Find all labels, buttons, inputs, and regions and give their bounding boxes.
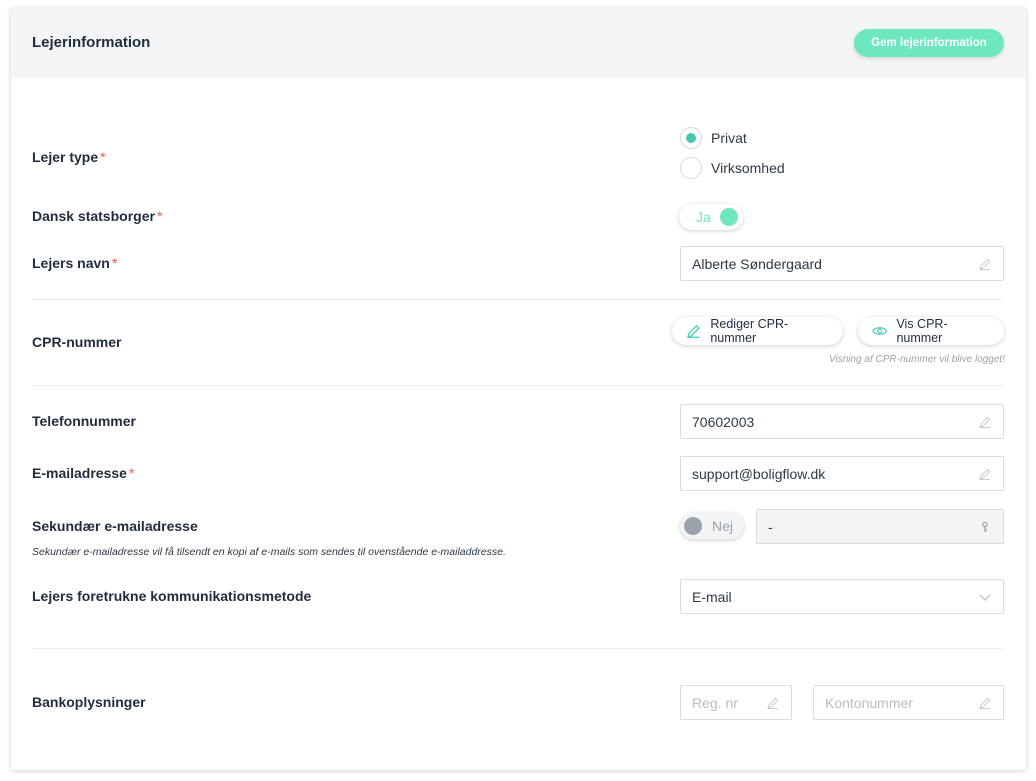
toggle-text: Nej <box>712 518 734 534</box>
reg-number-placeholder: Reg. nr <box>692 694 738 711</box>
tenant-type-label: Lejer type * <box>32 149 106 165</box>
divider <box>32 648 1004 649</box>
pencil-icon <box>687 324 700 338</box>
tenant-name-label: Lejers navn * <box>32 255 117 271</box>
tenant-type-label-text: Lejer type <box>32 149 99 165</box>
pencil-icon <box>979 697 991 709</box>
edit-cpr-button[interactable]: Rediger CPR-nummer <box>672 317 843 345</box>
cpr-logging-note: Visning af CPR-nummer vil blive logget! <box>828 354 1005 365</box>
view-cpr-label: Vis CPR-nummer <box>896 317 948 345</box>
radio-virksomhed-label: Virksomhed <box>711 160 785 176</box>
pencil-icon <box>979 416 991 428</box>
email-field[interactable]: support@boligflow.dk <box>680 456 1004 491</box>
card-header: Lejerinformation Gem lejerinformation <box>11 8 1026 78</box>
tenant-info-card: Lejerinformation Gem lejerinformation Le… <box>11 8 1026 770</box>
reg-number-field[interactable]: Reg. nr <box>680 685 792 720</box>
secondary-email-label: Sekundær e-mailadresse <box>32 518 198 534</box>
radio-privat[interactable] <box>680 127 702 149</box>
radio-privat-label: Privat <box>711 130 747 146</box>
tenant-name-field[interactable]: Alberte Søndergaard <box>680 246 1004 281</box>
required-mark: * <box>128 465 135 481</box>
chevron-down-icon <box>979 594 991 601</box>
required-mark: * <box>100 149 106 165</box>
phone-field[interactable]: 70602003 <box>680 404 1004 439</box>
toggle-text: Ja <box>696 209 711 225</box>
pencil-icon <box>979 258 991 270</box>
danish-citizen-toggle[interactable]: Ja <box>679 204 743 230</box>
eye-icon <box>872 327 888 335</box>
tenant-name-value: Alberte Søndergaard <box>692 255 822 272</box>
required-mark: * <box>111 255 118 271</box>
secondary-email-value: - <box>768 518 773 535</box>
toggle-knob <box>684 517 702 535</box>
pencil-icon <box>979 468 991 480</box>
radio-option-privat[interactable]: Privat <box>680 127 747 149</box>
key-icon <box>982 521 988 532</box>
view-cpr-button[interactable]: Vis CPR-nummer <box>858 317 1004 345</box>
phone-value: 70602003 <box>692 413 755 430</box>
edit-cpr-label: Rediger CPR-nummer <box>710 317 789 345</box>
cpr-label: CPR-nummer <box>32 334 122 350</box>
pencil-icon <box>767 697 779 709</box>
secondary-email-field[interactable]: - <box>756 509 1004 544</box>
secondary-email-note: Sekundær e-mailadresse vil få tilsendt e… <box>32 546 506 558</box>
account-number-field[interactable]: Kontonummer <box>813 685 1004 720</box>
phone-label: Telefonnummer <box>32 413 136 429</box>
communication-selected: E-mail <box>692 588 732 605</box>
communication-select[interactable]: E-mail <box>680 579 1004 614</box>
account-number-placeholder: Kontonummer <box>825 694 913 711</box>
radio-virksomhed[interactable] <box>680 157 702 179</box>
divider <box>32 299 1004 300</box>
danish-citizen-label-text: Dansk statsborger <box>32 208 155 224</box>
danish-citizen-label: Dansk statsborger * <box>32 208 162 224</box>
divider <box>32 385 1004 386</box>
email-label-text: E-mailadresse <box>32 465 127 481</box>
page-title: Lejerinformation <box>32 34 151 51</box>
radio-option-virksomhed[interactable]: Virksomhed <box>680 157 785 179</box>
required-mark: * <box>156 208 163 224</box>
bank-label: Bankoplysninger <box>32 694 146 710</box>
email-value: support@boligflow.dk <box>692 465 826 482</box>
toggle-knob <box>720 208 738 226</box>
tenant-name-label-text: Lejers navn <box>32 255 110 271</box>
secondary-email-toggle[interactable]: Nej <box>680 513 744 539</box>
communication-label: Lejers foretrukne kommunikationsmetode <box>32 588 312 604</box>
email-label: E-mailadresse * <box>32 465 134 481</box>
save-tenant-info-button[interactable]: Gem lejerinformation <box>854 29 1004 57</box>
